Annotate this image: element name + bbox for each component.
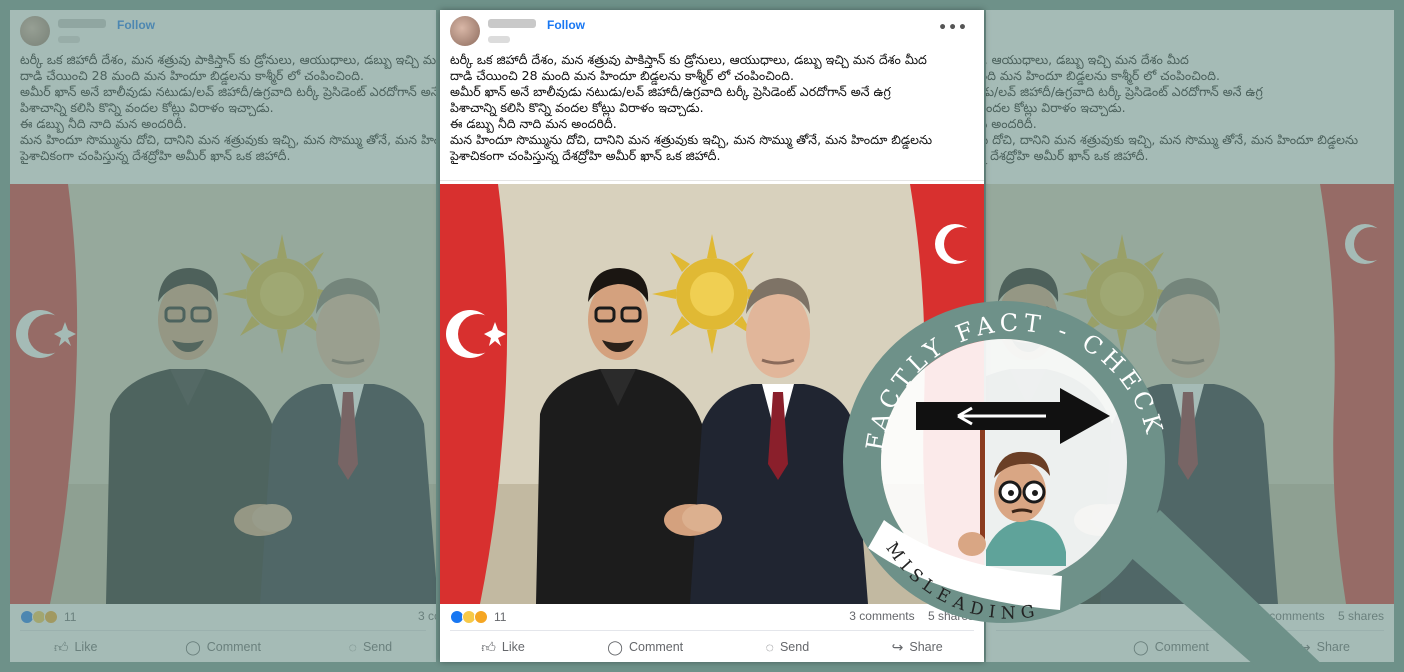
- share-icon: ↪: [891, 638, 904, 655]
- like-label: Like: [74, 640, 98, 654]
- post-text-line: పిశాచాన్ని కలిసి కొన్ని వందల కోట్లు విరా…: [986, 100, 1126, 115]
- comment-label: Comment: [206, 640, 261, 654]
- share-label: Share: [1316, 640, 1350, 654]
- action-bar: 👍︎ Like ◯ Comment ◌ Send: [10, 636, 436, 658]
- post-text-line: పైశాచికంగా చంపిస్తున్న దేశద్రోహి అమీర్ ఖ…: [986, 148, 1149, 163]
- post-text: టర్కీ ఒక జిహాదీ దేశం, మన శత్రువు పాకిస్త…: [20, 52, 436, 164]
- post-text-line: ఈ డబ్బు నీది నాది మన అందరిదీ.: [450, 116, 617, 131]
- engagement-counts[interactable]: 3 comments 5 shares: [1259, 609, 1384, 623]
- post-text-line: అమీర్ ఖాన్ అనే బాలీవుడు నటుడు/లవ్ జిహాదీ…: [986, 84, 1263, 99]
- screenshot-canvas: Follow టర్కీ ఒక జిహాదీ దేశం, మన శత్రువు …: [0, 0, 1404, 672]
- post-meta-blurred: [58, 36, 80, 43]
- author-name-blurred: [58, 19, 106, 28]
- post-text-line: మన హిందూ సొమ్మును దోచి, దానిని మన శత్రువ…: [986, 132, 1359, 147]
- post-text-line: ఈ డబ్బు నీది నాది మన అందరిదీ.: [20, 116, 187, 131]
- reaction-summary[interactable]: 11: [450, 608, 506, 626]
- post-text-line: ఈ డబ్బు నీది నాది మన అందరిదీ.: [986, 116, 1037, 131]
- comment-button[interactable]: ◯ Comment: [185, 639, 261, 656]
- send-label: Send: [362, 640, 393, 654]
- post-text-line: పైశాచికంగా చంపిస్తున్న దేశద్రోహి అమీర్ ఖ…: [20, 148, 291, 163]
- comment-icon: ◯: [607, 638, 623, 655]
- like-button[interactable]: 👍︎ Like: [54, 639, 98, 656]
- author-name-blurred: [488, 19, 536, 28]
- more-options-icon[interactable]: •••: [938, 20, 968, 36]
- post-text-line: దాడి చేయించి 28 మంది మన హిందూ బిడ్డలను క…: [450, 68, 794, 83]
- post-text-line: మన హిందూ సొమ్మును దోచి, దానిని మన శత్రువ…: [20, 132, 436, 147]
- post-card-left: Follow టర్కీ ఒక జిహాదీ దేశం, మన శత్రువు …: [10, 10, 436, 662]
- comment-button[interactable]: ◯ Comment: [607, 639, 683, 656]
- reaction-summary[interactable]: 11: [20, 608, 76, 626]
- thumbs-up-icon: 👍︎: [481, 638, 496, 655]
- comment-button[interactable]: ◯ Comment: [1133, 639, 1209, 656]
- post-text-line: పైశాచికంగా చంపిస్తున్న దేశద్రోహి అమీర్ ఖ…: [450, 148, 721, 163]
- haha-reaction-icon: [44, 610, 58, 624]
- follow-button[interactable]: Follow: [117, 18, 155, 32]
- post-text-line: మన హిందూ సొమ్మును దోచి, దానిని మన శత్రువ…: [450, 132, 933, 147]
- send-button[interactable]: ◌ Send: [349, 639, 393, 655]
- like-label: Like: [501, 640, 525, 654]
- send-label: Send: [779, 640, 810, 654]
- haha-reaction-icon: [474, 610, 488, 624]
- post-text-line: అమీర్ ఖాన్ అనే బాలీవుడు నటుడు/లవ్ జిహాదీ…: [20, 84, 436, 99]
- comment-icon: ◯: [1133, 638, 1149, 655]
- post-header: Follow •••: [440, 10, 984, 54]
- post-text-line: దాడి చేయించి 28 మంది మన హిందూ బిడ్డలను క…: [986, 68, 1220, 83]
- divider: [20, 630, 426, 631]
- post-text-line: టర్కీ ఒక జిహాదీ దేశం, మన శత్రువు పాకిస్త…: [450, 52, 927, 67]
- thumbs-up-icon: 👍︎: [53, 638, 69, 655]
- engagement-counts[interactable]: 3 cc: [418, 609, 436, 623]
- follow-button[interactable]: Follow: [547, 18, 585, 32]
- share-button[interactable]: ↪ Share: [892, 639, 943, 656]
- post-photo[interactable]: [10, 184, 436, 604]
- divider: [996, 630, 1384, 631]
- messenger-icon: ◌: [348, 639, 357, 655]
- reaction-count: 11: [64, 610, 77, 624]
- send-button[interactable]: ◌ Send: [766, 639, 810, 655]
- messenger-icon: ◌: [765, 639, 774, 655]
- shares-count[interactable]: 5 shares: [1338, 609, 1384, 623]
- post-header: Follow: [10, 10, 436, 54]
- post-text-line: టర్కీ ఒక జిహాదీ దేశం, మన శత్రువు పాకిస్త…: [986, 52, 1189, 67]
- post-meta-blurred: [488, 36, 510, 43]
- comments-count[interactable]: 3 comments: [849, 609, 914, 623]
- avatar[interactable]: [20, 16, 50, 46]
- post-text-line: పిశాచాన్ని కలిసి కొన్ని వందల కోట్లు విరా…: [20, 100, 274, 115]
- like-button[interactable]: 👍︎ Like: [481, 639, 525, 656]
- photo-illustration: [10, 184, 436, 604]
- divider: [450, 630, 974, 631]
- divider: [440, 180, 984, 181]
- comments-count-partial[interactable]: 3 cc: [418, 609, 436, 623]
- action-bar: ◯ Comment ↪ Share: [986, 636, 1394, 658]
- post-text-line: పిశాచాన్ని కలిసి కొన్ని వందల కోట్లు విరా…: [450, 100, 704, 115]
- comment-icon: ◯: [185, 638, 201, 655]
- post-text-line: దాడి చేయించి 28 మంది మన హిందూ బిడ్డలను క…: [20, 68, 364, 83]
- share-label: Share: [909, 640, 943, 654]
- post-text: టర్కీ ఒక జిహాదీ దేశం, మన శత్రువు పాకిస్త…: [450, 52, 980, 164]
- avatar[interactable]: [450, 16, 480, 46]
- comment-label: Comment: [1154, 640, 1209, 654]
- sign-stick: [980, 430, 985, 540]
- post-text-line: అమీర్ ఖాన్ అనే బాలీవుడు నటుడు/లవ్ జిహాదీ…: [450, 84, 891, 99]
- comment-label: Comment: [628, 640, 684, 654]
- reaction-count: 11: [494, 610, 507, 624]
- post-text-line: టర్కీ ఒక జిహాదీ దేశం, మన శత్రువు పాకిస్త…: [20, 52, 436, 67]
- action-bar: 👍︎ Like ◯ Comment ◌ Send ↪ Share: [440, 636, 984, 658]
- post-text: టర్కీ ఒక జిహాదీ దేశం, మన శత్రువు పాకిస్త…: [986, 52, 1394, 164]
